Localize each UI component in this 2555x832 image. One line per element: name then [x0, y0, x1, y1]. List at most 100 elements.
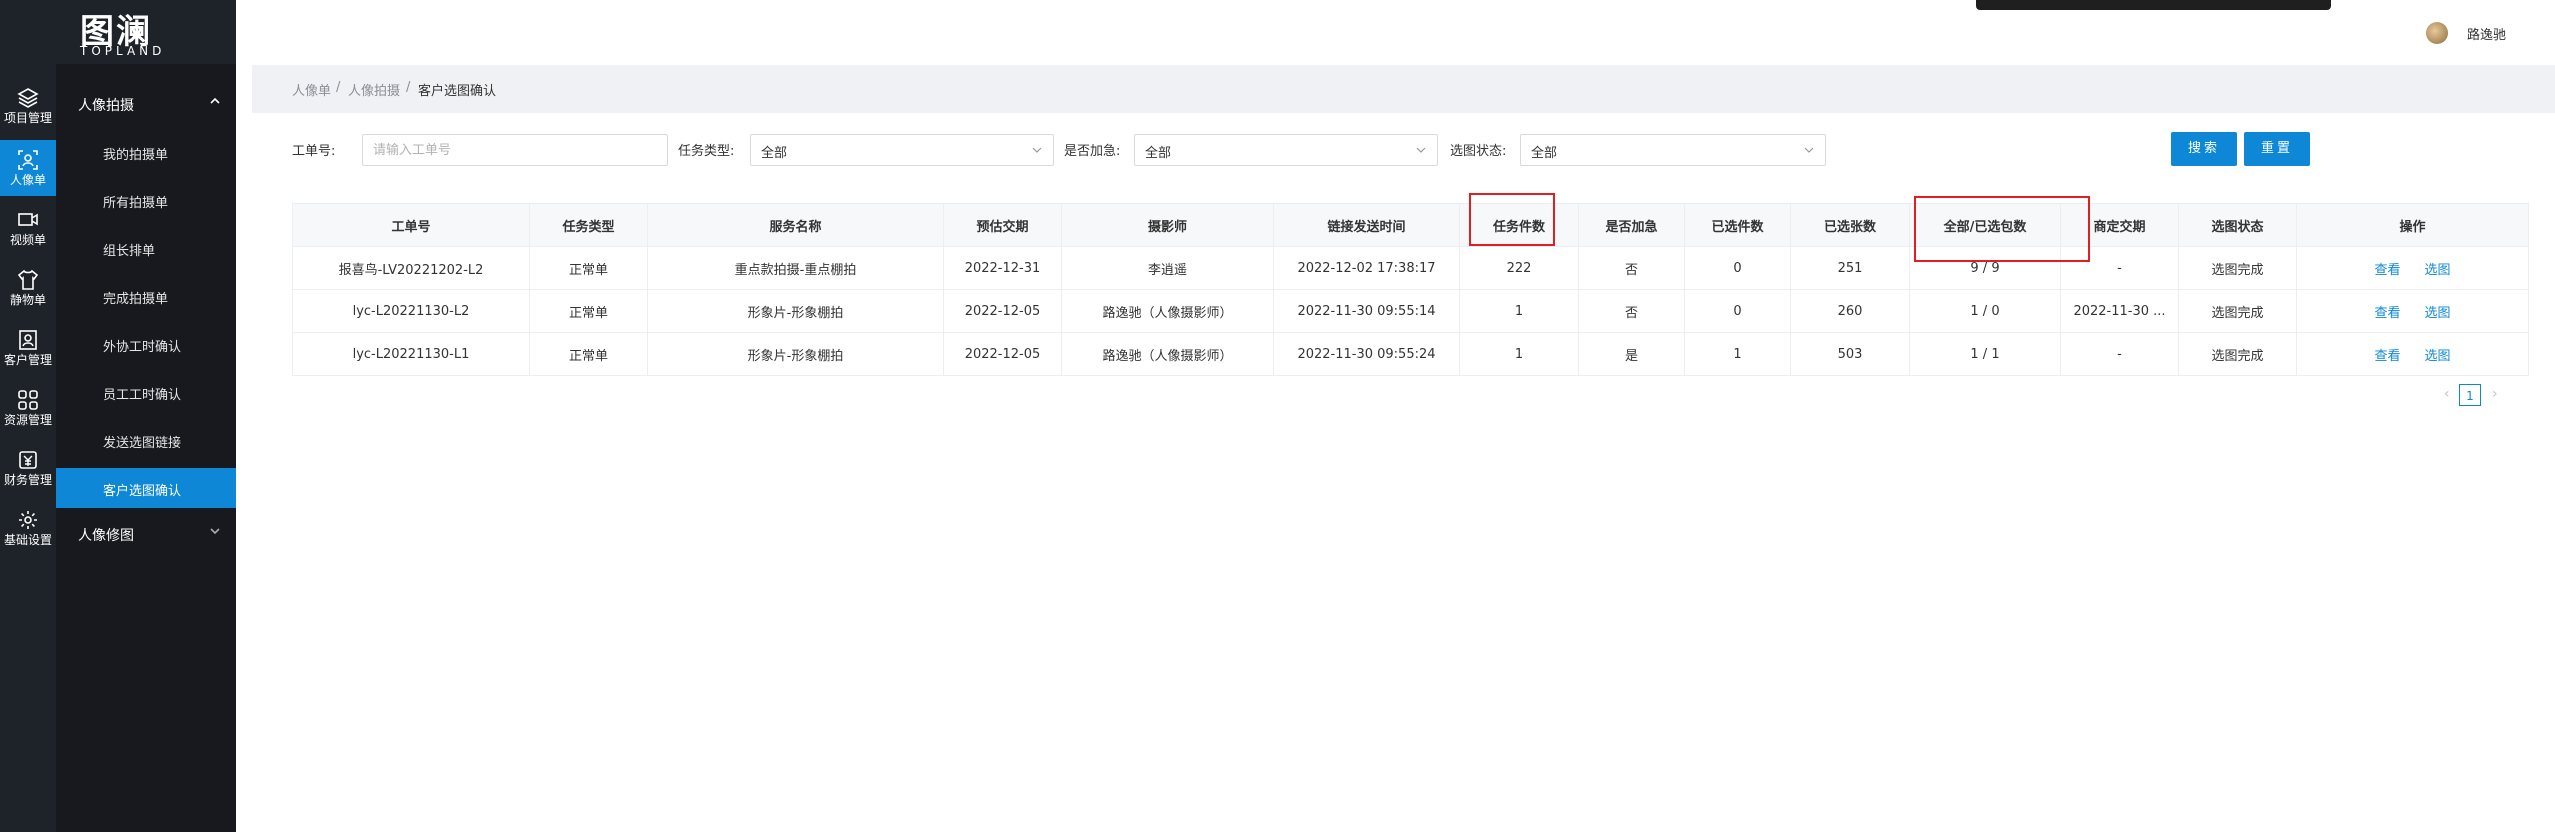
cell-pick-status: 选图完成: [2178, 289, 2297, 333]
chevron-down-icon: [210, 528, 220, 535]
subnav-item-label: 完成拍摄单: [103, 292, 169, 307]
subnav-item-label: 发送选图链接: [103, 436, 182, 451]
cell-photographer: 路逸驰（人像摄影师）: [1061, 289, 1274, 333]
portrait-icon: [18, 150, 38, 170]
cell-link-sent-time: 2022-12-02 17:38:17: [1273, 246, 1460, 290]
chevron-down-icon: [1416, 147, 1426, 153]
cell-order-no: lyc-L20221130-L1: [292, 332, 530, 376]
cell-packages: 1 / 0: [1909, 289, 2061, 333]
reset-button[interactable]: 重置: [2244, 132, 2310, 166]
cell-link-sent-time: 2022-11-30 09:55:24: [1273, 332, 1460, 376]
table-row: lyc-L20221130-L2 正常单 形象片-形象棚拍 2022-12-05…: [292, 289, 2529, 333]
subnav-item-label: 员工工时确认: [103, 388, 182, 403]
sub-navigation: 人像拍摄 我的拍摄单 所有拍摄单 组长排单 完成拍摄单 外协工时确认 员工工时确…: [56, 64, 236, 832]
rail-item-finance[interactable]: 财务管理: [0, 440, 56, 496]
chevron-up-icon: [210, 97, 220, 104]
pagination-next[interactable]: ›: [2492, 386, 2498, 402]
cell-task-type: 正常单: [529, 332, 648, 376]
highlight-packages: [1914, 196, 2090, 262]
column-header: 摄影师: [1061, 203, 1274, 247]
logo: 图澜 TOPLAND: [0, 0, 236, 64]
table-row: lyc-L20221130-L1 正常单 形象片-形象棚拍 2022-12-05…: [292, 332, 2529, 376]
cell-service-name: 重点款拍摄-重点棚拍: [647, 246, 944, 290]
subnav-group-label: 人像拍摄: [78, 98, 134, 114]
subnav-item-send-link[interactable]: 发送选图链接: [56, 420, 236, 460]
select-photos-link[interactable]: 选图: [2425, 349, 2451, 364]
layers-icon: [17, 88, 39, 108]
subnav-item-label: 所有拍摄单: [103, 196, 169, 211]
subnav-group-portrait-retouch[interactable]: 人像修图: [56, 512, 236, 556]
rail-item-resource[interactable]: 资源管理: [0, 380, 56, 436]
cell-est-delivery: 2022-12-05: [943, 332, 1062, 376]
gear-icon: [19, 511, 37, 529]
rail-label: 客户管理: [3, 353, 52, 367]
cell-selected-photos: 503: [1790, 332, 1910, 376]
table-header-row: 工单号 任务类型 服务名称 预估交期 摄影师 链接发送时间 任务件数 是否加急 …: [292, 203, 2529, 247]
select-value: 全部: [1145, 146, 1172, 161]
breadcrumb-level1[interactable]: 人像单: [292, 80, 331, 99]
breadcrumb-current: 客户选图确认: [418, 84, 497, 99]
subnav-group-portrait-shoot[interactable]: 人像拍摄: [56, 82, 236, 126]
task-type-select[interactable]: 全部: [750, 134, 1054, 166]
cell-link-sent-time: 2022-11-30 09:55:14: [1273, 289, 1460, 333]
subnav-item-all-shoots[interactable]: 所有拍摄单: [56, 180, 236, 220]
view-link[interactable]: 查看: [2374, 349, 2400, 364]
user-name[interactable]: 路逸驰: [2467, 24, 2506, 43]
avatar[interactable]: [2426, 22, 2448, 44]
cell-urgent: 否: [1578, 246, 1685, 290]
column-header: 操作: [2296, 203, 2529, 247]
cell-agreed-delivery: -: [2060, 332, 2179, 376]
cell-task-count: 1: [1459, 332, 1579, 376]
rail-item-portrait[interactable]: 人像单: [0, 140, 56, 196]
select-photos-link[interactable]: 选图: [2425, 306, 2451, 321]
rail-item-video[interactable]: 视频单: [0, 200, 56, 256]
cell-actions: 查看 选图: [2296, 332, 2529, 376]
rail-label: 项目管理: [3, 111, 52, 125]
logo-subtitle: TOPLAND: [80, 44, 166, 58]
pick-status-select[interactable]: 全部: [1520, 134, 1826, 166]
column-header: 已选件数: [1684, 203, 1791, 247]
top-dark-bar: [1976, 0, 2331, 10]
column-header: 任务类型: [529, 203, 648, 247]
cell-actions: 查看 选图: [2296, 246, 2529, 290]
cell-task-count: 222: [1459, 246, 1579, 290]
subnav-item-finished-shoots[interactable]: 完成拍摄单: [56, 276, 236, 316]
subnav-item-label: 外协工时确认: [103, 340, 182, 355]
subnav-item-client-confirm[interactable]: 客户选图确认: [56, 468, 236, 508]
order-no-input[interactable]: [362, 134, 668, 166]
subnav-group-label: 人像修图: [78, 528, 134, 544]
subnav-item-outsource-hours[interactable]: 外协工时确认: [56, 324, 236, 364]
cell-selected-items: 0: [1684, 289, 1791, 333]
subnav-item-leader-schedule[interactable]: 组长排单: [56, 228, 236, 268]
breadcrumb-level2[interactable]: 人像拍摄: [348, 80, 400, 99]
cell-urgent: 否: [1578, 289, 1685, 333]
rail-item-customer[interactable]: 客户管理: [0, 320, 56, 376]
select-photos-link[interactable]: 选图: [2425, 263, 2451, 278]
rail-label: 视频单: [9, 233, 46, 247]
cell-order-no: 报喜鸟-LV20221202-L2: [292, 246, 530, 290]
pagination-prev[interactable]: ‹: [2444, 386, 2450, 402]
subnav-item-label: 组长排单: [103, 244, 156, 259]
urgent-label: 是否加急:: [1064, 144, 1121, 159]
search-button[interactable]: 搜索: [2171, 132, 2237, 166]
subnav-item-label: 客户选图确认: [103, 484, 182, 499]
subnav-item-my-shoots[interactable]: 我的拍摄单: [56, 132, 236, 172]
cell-selected-items: 1: [1684, 332, 1791, 376]
task-type-label: 任务类型:: [678, 144, 735, 159]
shirt-icon: [17, 269, 39, 290]
finance-icon: [19, 451, 37, 469]
column-header: 服务名称: [647, 203, 944, 247]
column-header: 链接发送时间: [1273, 203, 1460, 247]
subnav-item-staff-hours[interactable]: 员工工时确认: [56, 372, 236, 412]
view-link[interactable]: 查看: [2374, 306, 2400, 321]
rail-item-settings[interactable]: 基础设置: [0, 500, 56, 556]
rail-item-project[interactable]: 项目管理: [0, 78, 56, 134]
pagination-current-page[interactable]: 1: [2459, 384, 2481, 406]
cell-service-name: 形象片-形象棚拍: [647, 332, 944, 376]
cell-urgent: 是: [1578, 332, 1685, 376]
cell-selected-photos: 251: [1790, 246, 1910, 290]
view-link[interactable]: 查看: [2374, 263, 2400, 278]
urgent-select[interactable]: 全部: [1134, 134, 1438, 166]
rail-item-still[interactable]: 静物单: [0, 260, 56, 316]
chevron-down-icon: [1032, 147, 1042, 153]
